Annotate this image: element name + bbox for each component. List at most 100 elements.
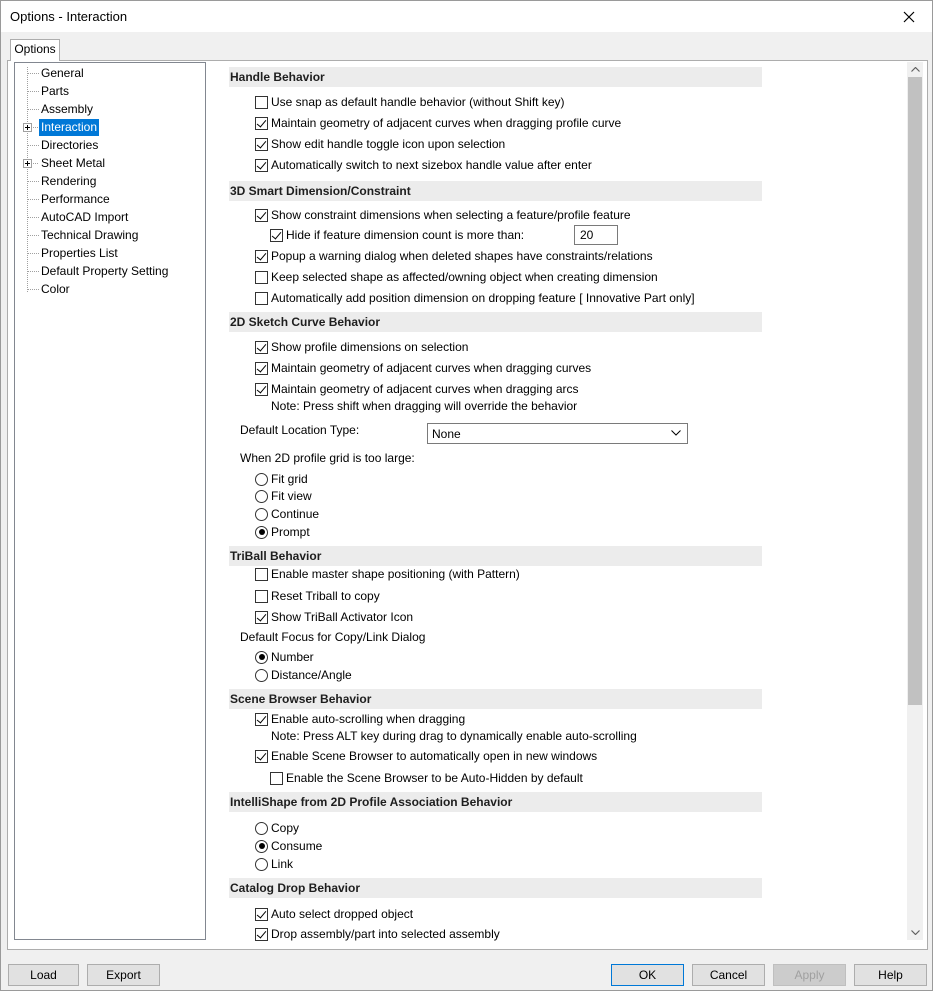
- radio-link[interactable]: Link: [255, 856, 293, 872]
- cancel-button[interactable]: Cancel: [692, 964, 765, 986]
- option-show-profile-dimensions[interactable]: Show profile dimensions on selection: [255, 339, 468, 355]
- tree-item-assembly[interactable]: Assembly: [39, 101, 95, 118]
- option-auto-scrolling[interactable]: Enable auto-scrolling when dragging: [255, 711, 465, 727]
- checkbox[interactable]: [255, 589, 268, 603]
- radio-button[interactable]: [255, 668, 268, 682]
- apply-button[interactable]: Apply: [773, 964, 846, 986]
- tree-item-directories[interactable]: Directories: [39, 137, 100, 154]
- radio-prompt[interactable]: Prompt: [255, 524, 310, 540]
- radio-consume[interactable]: Consume: [255, 838, 322, 854]
- help-button[interactable]: Help: [854, 964, 927, 986]
- option-master-shape-positioning[interactable]: Enable master shape positioning (with Pa…: [255, 566, 520, 582]
- checkbox[interactable]: [255, 712, 268, 726]
- option-auto-switch-sizebox[interactable]: Automatically switch to next sizebox han…: [255, 157, 592, 173]
- expand-interaction-icon[interactable]: [23, 123, 32, 132]
- default-location-label: Default Location Type:: [240, 423, 360, 437]
- option-auto-hide-scene-browser[interactable]: Enable the Scene Browser to be Auto-Hidd…: [270, 770, 583, 786]
- tree-item-general[interactable]: General: [39, 65, 86, 82]
- chevron-up-icon: [910, 67, 920, 72]
- chevron-down-icon: [910, 930, 920, 935]
- checkbox[interactable]: [255, 907, 268, 921]
- checkbox[interactable]: [255, 116, 268, 130]
- option-label: Maintain geometry of adjacent curves whe…: [271, 361, 592, 375]
- radio-number[interactable]: Number: [255, 649, 314, 665]
- checkbox[interactable]: [255, 137, 268, 151]
- tree-item-properties-list[interactable]: Properties List: [39, 245, 120, 262]
- radio-distance-angle[interactable]: Distance/Angle: [255, 667, 352, 683]
- option-auto-open-scene-browser[interactable]: Enable Scene Browser to automatically op…: [255, 748, 597, 764]
- radio-copy[interactable]: Copy: [255, 820, 299, 836]
- ok-button[interactable]: OK: [611, 964, 684, 986]
- option-label: Enable auto-scrolling when dragging: [271, 712, 466, 726]
- tree-item-default-property-setting[interactable]: Default Property Setting: [39, 263, 170, 280]
- load-button[interactable]: Load: [8, 964, 79, 986]
- radio-button[interactable]: [255, 472, 268, 486]
- radio-button[interactable]: [255, 821, 268, 835]
- checkbox[interactable]: [255, 158, 268, 172]
- title-bar: Options - Interaction: [1, 1, 932, 32]
- radio-button[interactable]: [255, 489, 268, 503]
- checkbox[interactable]: [255, 361, 268, 375]
- option-popup-warning[interactable]: Popup a warning dialog when deleted shap…: [255, 248, 653, 264]
- option-show-constraint-dimensions[interactable]: Show constraint dimensions when selectin…: [255, 207, 631, 223]
- option-drop-into-selected-assembly[interactable]: Drop assembly/part into selected assembl…: [255, 926, 500, 942]
- scroll-up-button[interactable]: [907, 62, 923, 77]
- checkbox[interactable]: [255, 270, 268, 284]
- radio-fit-grid[interactable]: Fit grid: [255, 471, 308, 487]
- checkbox[interactable]: [255, 567, 268, 581]
- tree-item-autocad-import[interactable]: AutoCAD Import: [39, 209, 130, 226]
- scroll-thumb[interactable]: [908, 77, 922, 705]
- tree-item-interaction[interactable]: Interaction: [39, 119, 100, 136]
- section-intellishape: IntelliShape from 2D Profile Association…: [229, 792, 762, 812]
- section-triball: TriBall Behavior: [229, 546, 762, 566]
- checkbox[interactable]: [255, 749, 268, 763]
- option-show-edit-handle[interactable]: Show edit handle toggle icon upon select…: [255, 136, 505, 152]
- vertical-scrollbar[interactable]: [907, 62, 923, 940]
- tree-item-rendering[interactable]: Rendering: [39, 173, 98, 190]
- checkbox[interactable]: [255, 249, 268, 263]
- radio-button[interactable]: [255, 650, 268, 664]
- option-show-triball-activator[interactable]: Show TriBall Activator Icon: [255, 609, 413, 625]
- tree-item-parts[interactable]: Parts: [39, 83, 71, 100]
- close-button[interactable]: [886, 1, 932, 32]
- option-reset-triball[interactable]: Reset Triball to copy: [255, 588, 380, 604]
- radio-fit-view[interactable]: Fit view: [255, 488, 312, 504]
- radio-continue[interactable]: Continue: [255, 506, 319, 522]
- option-maintain-geometry-curves[interactable]: Maintain geometry of adjacent curves whe…: [255, 360, 591, 376]
- default-focus-label: Default Focus for Copy/Link Dialog: [240, 630, 426, 644]
- checkbox[interactable]: [270, 771, 283, 785]
- tree-item-performance[interactable]: Performance: [39, 191, 112, 208]
- tree-item-sheet-metal[interactable]: Sheet Metal: [39, 155, 107, 172]
- checkbox[interactable]: [255, 208, 268, 222]
- option-label: Maintain geometry of adjacent curves whe…: [271, 382, 579, 396]
- option-auto-add-position-dimension[interactable]: Automatically add position dimension on …: [255, 290, 695, 306]
- checkbox[interactable]: [255, 382, 268, 396]
- option-keep-selected-shape[interactable]: Keep selected shape as affected/owning o…: [255, 269, 658, 285]
- tab-options[interactable]: Options: [10, 39, 60, 61]
- option-use-snap[interactable]: Use snap as default handle behavior (wit…: [255, 94, 565, 110]
- tree-item-color[interactable]: Color: [39, 281, 72, 298]
- hide-count-input[interactable]: [574, 225, 618, 245]
- radio-button[interactable]: [255, 507, 268, 521]
- checkbox[interactable]: [255, 927, 268, 941]
- scroll-down-button[interactable]: [907, 925, 923, 940]
- option-label: Number: [271, 650, 314, 664]
- checkbox[interactable]: [270, 228, 283, 242]
- option-maintain-geometry-profile[interactable]: Maintain geometry of adjacent curves whe…: [255, 115, 621, 131]
- radio-button[interactable]: [255, 839, 268, 853]
- checkbox[interactable]: [255, 340, 268, 354]
- checkbox[interactable]: [255, 95, 268, 109]
- option-maintain-geometry-arcs[interactable]: Maintain geometry of adjacent curves whe…: [255, 381, 579, 397]
- expand-sheet-metal-icon[interactable]: [23, 159, 32, 168]
- sketch-curve-note: Note: Press shift when dragging will ove…: [271, 399, 578, 413]
- checkbox[interactable]: [255, 291, 268, 305]
- default-location-select[interactable]: None: [427, 423, 688, 444]
- radio-button[interactable]: [255, 857, 268, 871]
- checkbox[interactable]: [255, 610, 268, 624]
- option-auto-select-dropped[interactable]: Auto select dropped object: [255, 906, 413, 922]
- tree-item-technical-drawing[interactable]: Technical Drawing: [39, 227, 140, 244]
- option-hide-dimension-count[interactable]: Hide if feature dimension count is more …: [270, 227, 524, 243]
- option-label: Fit grid: [271, 472, 308, 486]
- radio-button[interactable]: [255, 525, 268, 539]
- export-button[interactable]: Export: [87, 964, 160, 986]
